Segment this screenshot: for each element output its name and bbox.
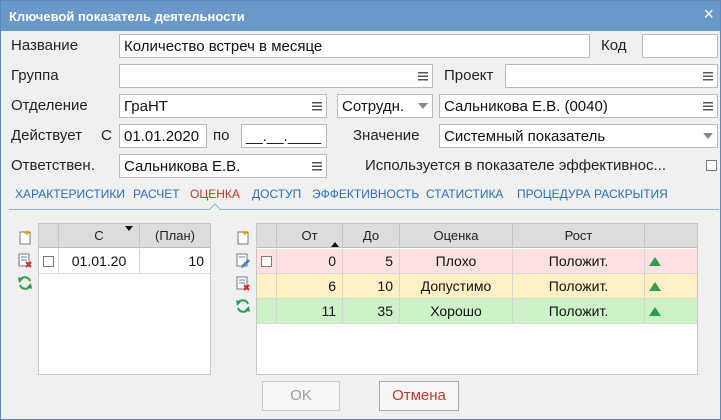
cell-grade: Плохо [400, 249, 513, 274]
cell-plan: 10 [188, 253, 204, 269]
cell-grade: Хорошо [400, 299, 513, 324]
tab-characteristics[interactable]: ХАРАКТЕРИСТИКИ [13, 187, 127, 201]
group-label: Группа [11, 67, 59, 84]
tab-access[interactable]: ДОСТУП [250, 187, 303, 201]
row-checkbox-cell[interactable] [257, 274, 277, 299]
column-header-to[interactable]: До [343, 224, 400, 248]
cell-growth: Положит. [513, 299, 645, 324]
delete-icon[interactable] [233, 273, 253, 293]
cancel-button[interactable]: Отмена [379, 381, 459, 411]
ok-button[interactable]: OK [262, 381, 340, 411]
dialog-window: Ключевой показатель деятельности × Назва… [0, 0, 721, 420]
code-input[interactable] [642, 34, 718, 58]
cell-grade: Допустимо [400, 274, 513, 299]
column-header-indicator [645, 224, 697, 248]
add-icon[interactable] [15, 227, 35, 247]
growth-up-icon [645, 274, 697, 299]
project-input[interactable] [505, 64, 718, 88]
active-to-label: по [213, 127, 230, 144]
row-checkbox-cell[interactable] [39, 249, 59, 274]
row-checkbox[interactable] [261, 256, 272, 267]
chevron-down-icon[interactable] [414, 95, 432, 117]
table-row[interactable]: 01.01.20 10 [39, 249, 210, 274]
assessment-grid-header: От До Оценка Рост [257, 224, 697, 248]
code-label: Код [601, 37, 627, 54]
dept-input[interactable]: ГраНТ [119, 94, 327, 118]
cell-growth: Положит. [513, 249, 645, 274]
edit-icon[interactable] [233, 250, 253, 270]
tab-divider [9, 209, 719, 210]
value-select[interactable]: Системный показатель [439, 124, 718, 148]
window-title: Ключевой показатель деятельности [9, 9, 245, 24]
active-from-input[interactable]: 01.01.2020 [119, 124, 207, 148]
table-row[interactable]: 11 35 Хорошо Положит. [257, 299, 697, 324]
row-checkbox[interactable] [43, 256, 54, 267]
used-label: Используется в показателе эффективнос... [365, 157, 666, 174]
tab-bar: ХАРАКТЕРИСТИКИ РАСЧЕТ ОЦЕНКА ДОСТУП ЭФФЕ… [9, 185, 719, 211]
active-label: Действует [11, 127, 82, 144]
growth-up-icon [645, 249, 697, 274]
active-tab-indicator [209, 203, 221, 210]
plan-grid-header: С (План) [39, 224, 210, 248]
active-to-input[interactable]: __.__.____ [241, 124, 327, 148]
menu-icon[interactable] [699, 65, 717, 87]
plan-grid: С (План) 01.01.20 10 [38, 223, 211, 375]
dept-value: ГраНТ [124, 98, 168, 115]
tab-calculation[interactable]: РАСЧЕТ [131, 187, 182, 201]
table-row[interactable]: 0 5 Плохо Положит. [257, 249, 697, 274]
checkbox-column-header [39, 224, 59, 248]
menu-icon[interactable] [699, 95, 717, 117]
tab-disclosure[interactable]: ПРОЦЕДУРА РАСКРЫТИЯ [515, 187, 670, 201]
row-checkbox-cell[interactable] [257, 299, 277, 324]
employee-input[interactable]: Сальникова Е.В. (0040) [439, 94, 718, 118]
cell-to: 10 [343, 274, 400, 299]
close-icon[interactable]: × [703, 4, 714, 25]
dept-label: Отделение [11, 97, 88, 114]
table-row[interactable]: 6 10 Допустимо Положит. [257, 274, 697, 299]
employee-type-value: Сотрудн. [342, 98, 405, 115]
chevron-down-icon[interactable] [699, 125, 717, 147]
column-header-grade[interactable]: Оценка [400, 224, 513, 248]
delete-icon[interactable] [15, 250, 35, 270]
cell-from: 0 [277, 249, 343, 274]
growth-up-icon [645, 299, 697, 324]
cell-to: 35 [343, 299, 400, 324]
tab-statistics[interactable]: СТАТИСТИКА [424, 187, 505, 201]
resp-label: Ответствен. [11, 157, 95, 174]
column-header-growth[interactable]: Рост [513, 224, 645, 248]
refresh-icon[interactable] [233, 296, 253, 316]
menu-icon[interactable] [308, 95, 326, 117]
column-header-plan[interactable]: (План) [140, 224, 210, 248]
cell-to: 5 [343, 249, 400, 274]
used-checkbox[interactable] [706, 160, 717, 171]
cell-from: 11 [277, 299, 343, 324]
refresh-icon[interactable] [15, 273, 35, 293]
tab-efficiency[interactable]: ЭФФЕКТИВНОСТЬ [310, 187, 421, 201]
tab-assessment[interactable]: ОЦЕНКА [188, 187, 242, 201]
group-input[interactable] [119, 64, 433, 88]
assessment-grid: От До Оценка Рост 0 5 Плохо Положит. 6 10 Допу… [256, 223, 698, 375]
value-label: Значение [353, 127, 420, 144]
cell-from: 01.01.20 [59, 249, 140, 274]
employee-type-select[interactable]: Сотрудн. [337, 94, 433, 118]
checkbox-column-header [257, 224, 277, 248]
cell-from: 6 [277, 274, 343, 299]
resp-input[interactable]: Сальникова Е.В. [119, 154, 327, 178]
employee-value: Сальникова Е.В. (0040) [444, 98, 608, 115]
resp-value: Сальникова Е.В. [124, 158, 241, 175]
sort-icon [331, 242, 339, 247]
add-icon[interactable] [233, 227, 253, 247]
project-label: Проект [444, 67, 494, 84]
row-checkbox-cell[interactable] [257, 249, 277, 274]
menu-icon[interactable] [308, 155, 326, 177]
value-select-value: Системный показатель [444, 128, 606, 145]
cell-growth: Положит. [513, 274, 645, 299]
name-input[interactable]: Количество встреч в месяце [119, 34, 590, 58]
sort-icon [125, 226, 133, 231]
active-from-label: С [101, 127, 112, 144]
title-bar: Ключевой показатель деятельности × [1, 1, 720, 31]
menu-icon[interactable] [414, 65, 432, 87]
name-label: Название [11, 37, 79, 54]
